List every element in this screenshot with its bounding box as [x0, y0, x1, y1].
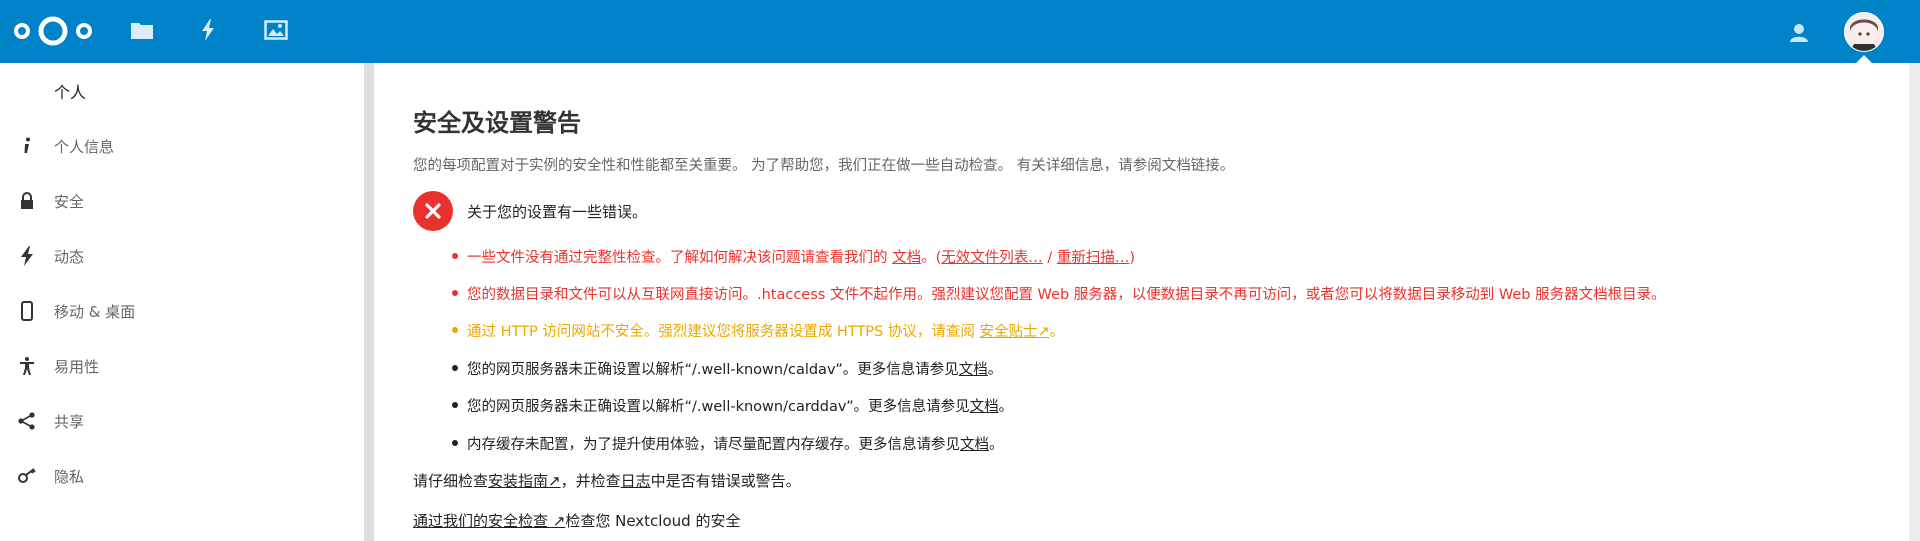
nav-item-label: 隐私 [54, 467, 85, 486]
nav-item-label: 易用性 [54, 357, 100, 376]
rescan-link[interactable]: 重新扫描… [1057, 250, 1130, 266]
phone-icon [17, 301, 37, 321]
lightning-icon [199, 19, 217, 45]
issue-text: 您的数据目录和文件可以从互联网直接访问。.htaccess 文件不起作用。强烈建… [467, 286, 1666, 303]
bullet [452, 327, 458, 333]
line-text: ，并检查 [560, 472, 621, 490]
nav-item-accessibility[interactable]: 易用性 [0, 344, 364, 388]
avatar[interactable] [1844, 12, 1884, 52]
issue-text: 。( [921, 249, 942, 266]
accessibility-icon [17, 356, 37, 376]
photos-app-button[interactable] [262, 18, 290, 46]
bullet [452, 290, 458, 296]
issue-text: 您的网页服务器未正确设置以解析“/.well-known/caldav”。更多信… [467, 361, 959, 378]
error-status-icon [413, 191, 453, 231]
issue-https: 通过 HTTP 访问网站不安全。强烈建议您将服务器设置成 HTTPS 协议，请查… [452, 318, 1064, 342]
issue-memcache: 内存缓存未配置，为了提升使用体验，请尽量配置内存缓存。更多信息请参见文档。 [452, 431, 1004, 455]
nav-section-personal: 个人 [54, 83, 87, 102]
log-link[interactable]: 日志 [621, 472, 651, 490]
lock-icon [17, 191, 37, 211]
bullet [452, 440, 458, 446]
info-icon [17, 136, 37, 156]
line-text: 检查您 Nextcloud 的安全 [565, 512, 741, 530]
header-bar [0, 0, 1920, 64]
issue-text: 。 [987, 361, 1003, 378]
nav-scrollbar[interactable] [364, 63, 374, 541]
files-app-button[interactable] [128, 18, 156, 46]
integrity-doc-link[interactable]: 文档 [892, 250, 921, 266]
nextcloud-logo[interactable] [14, 15, 92, 51]
nav-item-label: 移动 & 桌面 [54, 302, 136, 321]
issue-text: ) [1129, 249, 1136, 266]
share-icon [17, 411, 37, 431]
issue-carddav: 您的网页服务器未正确设置以解析“/.well-known/carddav”。更多… [452, 393, 1013, 417]
security-scan-line: 通过我们的安全检查 ↗检查您 Nextcloud 的安全 [413, 510, 740, 531]
issue-caldav: 您的网页服务器未正确设置以解析“/.well-known/caldav”。更多信… [452, 356, 1002, 380]
folder-icon [130, 20, 154, 44]
security-tips-link[interactable]: 安全贴士↗ [979, 324, 1049, 340]
nav-item-label: 安全 [54, 192, 85, 211]
bullet [452, 365, 458, 371]
issue-integrity: 一些文件没有通过完整性检查。了解如何解决该问题请查看我们的 文档。(无效文件列表… [452, 244, 1135, 268]
check-guide-line: 请仔细检查安装指南↗，并检查日志中是否有错误或警告。 [413, 470, 801, 491]
issue-text: 。 [989, 436, 1004, 453]
lightning-icon [17, 246, 37, 266]
issue-text: 。 [1049, 323, 1065, 340]
image-icon [264, 20, 288, 44]
memcache-doc-link[interactable]: 文档 [960, 437, 989, 453]
carddav-doc-link[interactable]: 文档 [970, 399, 999, 415]
bullet [452, 253, 458, 259]
invalid-files-link[interactable]: 无效文件列表… [941, 250, 1043, 266]
issue-text: 通过 HTTP 访问网站不安全。强烈建议您将服务器设置成 HTTPS 协议，请查… [467, 323, 980, 340]
nav-item-personal-info[interactable]: 个人信息 [0, 124, 364, 168]
error-summary: 关于您的设置有一些错误。 [467, 203, 648, 221]
contacts-icon [1787, 24, 1813, 50]
nav-item-security[interactable]: 安全 [0, 179, 364, 223]
intro-text: 您的每项配置对于实例的安全性和性能都至关重要。 为了帮助您，我们正在做一些自动检… [413, 158, 1235, 174]
contacts-menu-button[interactable] [1787, 20, 1813, 46]
caldav-doc-link[interactable]: 文档 [959, 362, 988, 378]
install-guide-link[interactable]: 安装指南↗ [488, 472, 561, 490]
nav-item-mobile-desktop[interactable]: 移动 & 桌面 [0, 289, 364, 333]
nav-item-privacy[interactable]: 隐私 [0, 454, 364, 498]
activity-app-button[interactable] [194, 18, 222, 46]
key-icon [17, 466, 37, 486]
nav-item-label: 个人信息 [54, 137, 115, 156]
issue-text: / [1042, 249, 1057, 266]
main-scrollbar[interactable] [1909, 63, 1920, 541]
line-text: 中是否有错误或警告。 [650, 472, 801, 490]
security-scan-link[interactable]: 通过我们的安全检查 ↗ [413, 512, 565, 530]
issue-text: 一些文件没有通过完整性检查。了解如何解决该问题请查看我们的 [467, 249, 893, 266]
nav-item-label: 动态 [54, 247, 85, 266]
issue-text: 内存缓存未配置，为了提升使用体验，请尽量配置内存缓存。更多信息请参见 [467, 436, 960, 453]
close-icon [425, 203, 441, 219]
page-title: 安全及设置警告 [413, 109, 581, 137]
issue-text: 。 [998, 398, 1014, 415]
nav-item-sharing[interactable]: 共享 [0, 399, 364, 443]
nav-item-activity[interactable]: 动态 [0, 234, 364, 278]
bullet [452, 402, 458, 408]
line-text: 请仔细检查 [413, 472, 489, 490]
issue-htaccess: 您的数据目录和文件可以从互联网直接访问。.htaccess 文件不起作用。强烈建… [452, 281, 1666, 305]
issue-text: 您的网页服务器未正确设置以解析“/.well-known/carddav”。更多… [467, 398, 970, 415]
nav-item-label: 共享 [54, 412, 85, 431]
